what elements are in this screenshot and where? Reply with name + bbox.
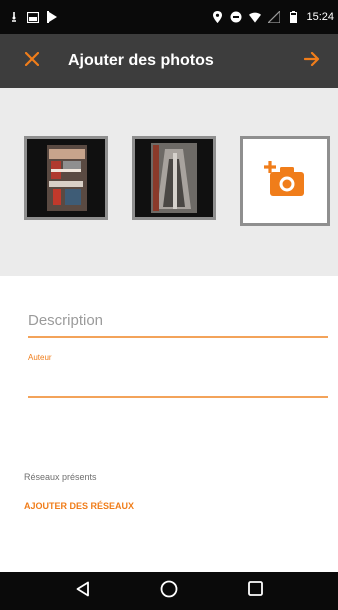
navigation-bar [0, 572, 338, 610]
wifi-icon [249, 11, 262, 23]
app-toolbar: Ajouter des photos [0, 34, 338, 88]
description-field[interactable]: Description [28, 310, 328, 338]
description-input[interactable]: Description [28, 310, 328, 332]
play-store-icon [46, 11, 58, 23]
back-icon [76, 581, 90, 602]
next-button[interactable] [294, 43, 330, 79]
photo-thumbnail[interactable] [132, 136, 216, 220]
add-photo-camera-icon [264, 160, 306, 203]
signal-icon [268, 11, 281, 23]
photos-area [0, 88, 338, 276]
battery-icon [287, 11, 299, 23]
page-title: Ajouter des photos [68, 52, 214, 69]
back-button[interactable] [63, 576, 103, 606]
status-left-icons [8, 11, 58, 23]
data-saver-icon [230, 11, 242, 23]
home-button[interactable] [149, 576, 189, 606]
recents-icon [247, 581, 263, 601]
notification-icon [8, 11, 20, 23]
close-icon [24, 51, 40, 71]
status-right-icons: 15:24 [211, 11, 334, 23]
author-underline [28, 396, 328, 398]
photo-thumbnail[interactable] [24, 136, 108, 220]
recents-button[interactable] [235, 576, 275, 606]
arrow-right-icon [303, 51, 320, 71]
author-input[interactable] [28, 362, 328, 392]
home-icon [160, 580, 178, 603]
photo-thumbnail-image [27, 139, 105, 217]
status-bar: 15:24 [0, 0, 338, 34]
author-label: Auteur [28, 353, 52, 362]
close-button[interactable] [14, 43, 50, 79]
status-time: 15:24 [306, 11, 334, 23]
networks-label: Réseaux présents [24, 472, 97, 482]
photo-thumbnail-image [135, 139, 213, 217]
author-field[interactable]: Auteur [28, 353, 328, 398]
add-photo-button[interactable] [240, 136, 330, 226]
image-notification-icon [27, 11, 39, 23]
description-underline [28, 336, 328, 338]
add-networks-button[interactable]: AJOUTER DES RÉSEAUX [24, 501, 134, 511]
location-icon [211, 11, 223, 23]
